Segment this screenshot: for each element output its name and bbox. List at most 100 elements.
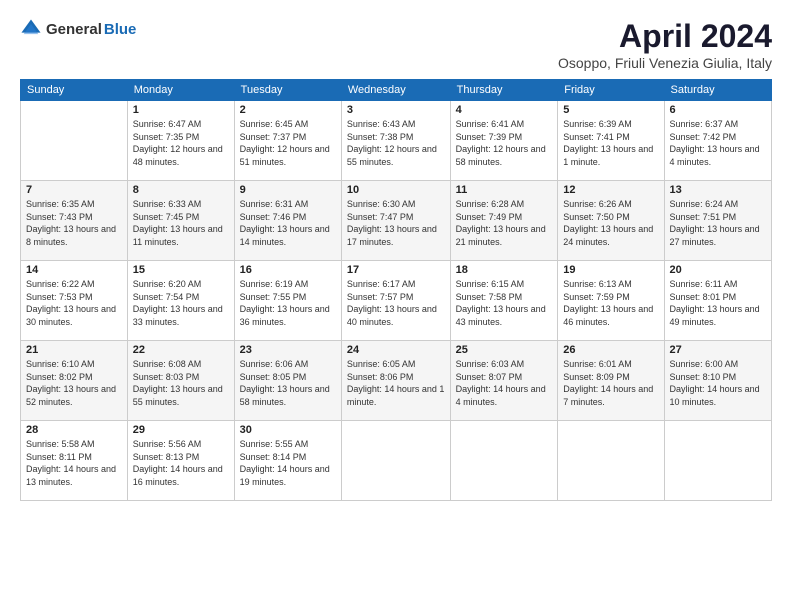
calendar-cell: 2 Sunrise: 6:45 AMSunset: 7:37 PMDaylight… xyxy=(234,101,341,181)
calendar-cell: 13 Sunrise: 6:24 AMSunset: 7:51 PMDayligh… xyxy=(664,181,771,261)
logo-blue: Blue xyxy=(104,21,137,38)
column-header-sunday: Sunday xyxy=(21,80,128,101)
calendar-cell xyxy=(558,421,664,501)
column-header-saturday: Saturday xyxy=(664,80,771,101)
day-number: 27 xyxy=(670,344,766,356)
column-header-tuesday: Tuesday xyxy=(234,80,341,101)
day-number: 28 xyxy=(26,424,122,436)
calendar-cell: 18 Sunrise: 6:15 AMSunset: 7:58 PMDayligh… xyxy=(450,261,558,341)
calendar-cell: 14 Sunrise: 6:22 AMSunset: 7:53 PMDayligh… xyxy=(21,261,128,341)
calendar-cell: 11Sunrise: 6:28 AMSunset: 7:49 PMDayligh… xyxy=(450,181,558,261)
day-number: 14 xyxy=(26,264,122,276)
calendar-week-row: 14 Sunrise: 6:22 AMSunset: 7:53 PMDayligh… xyxy=(21,261,772,341)
calendar-cell xyxy=(21,101,128,181)
day-info: Sunrise: 6:35 AMSunset: 7:43 PMDaylight:… xyxy=(26,198,122,248)
day-number: 17 xyxy=(347,264,445,276)
day-number: 13 xyxy=(670,184,766,196)
day-number: 7 xyxy=(26,184,122,196)
calendar-cell: 5Sunrise: 6:39 AMSunset: 7:41 PMDaylight… xyxy=(558,101,664,181)
calendar-cell xyxy=(450,421,558,501)
calendar-cell: 26 Sunrise: 6:01 AMSunset: 8:09 PMDayligh… xyxy=(558,341,664,421)
calendar-cell: 9Sunrise: 6:31 AMSunset: 7:46 PMDaylight… xyxy=(234,181,341,261)
day-info: Sunrise: 6:19 AMSunset: 7:55 PMDaylight:… xyxy=(240,278,336,328)
day-number: 1 xyxy=(133,104,229,116)
day-number: 15 xyxy=(133,264,229,276)
day-info: Sunrise: 6:45 AMSunset: 7:37 PMDaylight:… xyxy=(240,118,336,168)
calendar-cell: 24 Sunrise: 6:05 AMSunset: 8:06 PMDayligh… xyxy=(341,341,450,421)
day-info: Sunrise: 6:05 AMSunset: 8:06 PMDaylight:… xyxy=(347,358,445,408)
day-info: Sunrise: 6:39 AMSunset: 7:41 PMDaylight:… xyxy=(563,118,658,168)
column-header-thursday: Thursday xyxy=(450,80,558,101)
logo-general: General xyxy=(46,21,102,38)
calendar-cell: 4 Sunrise: 6:41 AMSunset: 7:39 PMDaylight… xyxy=(450,101,558,181)
day-number: 19 xyxy=(563,264,658,276)
day-info: Sunrise: 6:13 AMSunset: 7:59 PMDaylight:… xyxy=(563,278,658,328)
day-number: 22 xyxy=(133,344,229,356)
calendar-cell: 25 Sunrise: 6:03 AMSunset: 8:07 PMDayligh… xyxy=(450,341,558,421)
calendar-cell: 20Sunrise: 6:11 AMSunset: 8:01 PMDayligh… xyxy=(664,261,771,341)
day-info: Sunrise: 5:58 AMSunset: 8:11 PMDaylight:… xyxy=(26,438,122,488)
day-number: 10 xyxy=(347,184,445,196)
calendar-cell: 22 Sunrise: 6:08 AMSunset: 8:03 PMDayligh… xyxy=(127,341,234,421)
calendar-cell: 21Sunrise: 6:10 AMSunset: 8:02 PMDayligh… xyxy=(21,341,128,421)
day-info: Sunrise: 6:20 AMSunset: 7:54 PMDaylight:… xyxy=(133,278,229,328)
title-area: April 2024 Osoppo, Friuli Venezia Giulia… xyxy=(558,18,772,71)
day-number: 3 xyxy=(347,104,445,116)
day-info: Sunrise: 5:55 AMSunset: 8:14 PMDaylight:… xyxy=(240,438,336,488)
day-number: 9 xyxy=(240,184,336,196)
day-info: Sunrise: 6:01 AMSunset: 8:09 PMDaylight:… xyxy=(563,358,658,408)
column-header-wednesday: Wednesday xyxy=(341,80,450,101)
day-number: 8 xyxy=(133,184,229,196)
logo-icon xyxy=(20,18,42,40)
day-number: 21 xyxy=(26,344,122,356)
day-info: Sunrise: 6:43 AMSunset: 7:38 PMDaylight:… xyxy=(347,118,445,168)
calendar-cell: 29 Sunrise: 5:56 AMSunset: 8:13 PMDayligh… xyxy=(127,421,234,501)
calendar-cell: 10 Sunrise: 6:30 AMSunset: 7:47 PMDayligh… xyxy=(341,181,450,261)
day-number: 26 xyxy=(563,344,658,356)
day-info: Sunrise: 6:47 AMSunset: 7:35 PMDaylight:… xyxy=(133,118,229,168)
calendar-cell: 27 Sunrise: 6:00 AMSunset: 8:10 PMDayligh… xyxy=(664,341,771,421)
calendar-cell: 1 Sunrise: 6:47 AMSunset: 7:35 PMDaylight… xyxy=(127,101,234,181)
day-info: Sunrise: 6:15 AMSunset: 7:58 PMDaylight:… xyxy=(456,278,553,328)
day-number: 11 xyxy=(456,184,553,196)
day-info: Sunrise: 6:37 AMSunset: 7:42 PMDaylight:… xyxy=(670,118,766,168)
calendar-cell: 12Sunrise: 6:26 AMSunset: 7:50 PMDayligh… xyxy=(558,181,664,261)
day-number: 20 xyxy=(670,264,766,276)
day-info: Sunrise: 6:00 AMSunset: 8:10 PMDaylight:… xyxy=(670,358,766,408)
day-number: 6 xyxy=(670,104,766,116)
day-number: 29 xyxy=(133,424,229,436)
day-info: Sunrise: 6:08 AMSunset: 8:03 PMDaylight:… xyxy=(133,358,229,408)
calendar-cell: 7 Sunrise: 6:35 AMSunset: 7:43 PMDaylight… xyxy=(21,181,128,261)
calendar-cell: 28 Sunrise: 5:58 AMSunset: 8:11 PMDayligh… xyxy=(21,421,128,501)
day-number: 25 xyxy=(456,344,553,356)
calendar-week-row: 28 Sunrise: 5:58 AMSunset: 8:11 PMDayligh… xyxy=(21,421,772,501)
day-number: 24 xyxy=(347,344,445,356)
day-number: 4 xyxy=(456,104,553,116)
calendar-cell: 3 Sunrise: 6:43 AMSunset: 7:38 PMDaylight… xyxy=(341,101,450,181)
calendar-week-row: 7 Sunrise: 6:35 AMSunset: 7:43 PMDaylight… xyxy=(21,181,772,261)
day-info: Sunrise: 6:17 AMSunset: 7:57 PMDaylight:… xyxy=(347,278,445,328)
day-number: 18 xyxy=(456,264,553,276)
day-info: Sunrise: 6:33 AMSunset: 7:45 PMDaylight:… xyxy=(133,198,229,248)
day-number: 2 xyxy=(240,104,336,116)
day-number: 30 xyxy=(240,424,336,436)
column-header-monday: Monday xyxy=(127,80,234,101)
calendar-cell: 17 Sunrise: 6:17 AMSunset: 7:57 PMDayligh… xyxy=(341,261,450,341)
calendar-cell: 23Sunrise: 6:06 AMSunset: 8:05 PMDayligh… xyxy=(234,341,341,421)
header: GeneralBlue April 2024 Osoppo, Friuli Ve… xyxy=(20,18,772,71)
month-title: April 2024 xyxy=(558,18,772,55)
day-number: 16 xyxy=(240,264,336,276)
day-info: Sunrise: 6:24 AMSunset: 7:51 PMDaylight:… xyxy=(670,198,766,248)
calendar-cell: 30 Sunrise: 5:55 AMSunset: 8:14 PMDayligh… xyxy=(234,421,341,501)
calendar-cell: 8 Sunrise: 6:33 AMSunset: 7:45 PMDaylight… xyxy=(127,181,234,261)
calendar-cell xyxy=(341,421,450,501)
day-info: Sunrise: 6:03 AMSunset: 8:07 PMDaylight:… xyxy=(456,358,553,408)
day-info: Sunrise: 6:41 AMSunset: 7:39 PMDaylight:… xyxy=(456,118,553,168)
day-info: Sunrise: 5:56 AMSunset: 8:13 PMDaylight:… xyxy=(133,438,229,488)
calendar-cell: 16 Sunrise: 6:19 AMSunset: 7:55 PMDayligh… xyxy=(234,261,341,341)
day-info: Sunrise: 6:22 AMSunset: 7:53 PMDaylight:… xyxy=(26,278,122,328)
calendar-cell: 15 Sunrise: 6:20 AMSunset: 7:54 PMDayligh… xyxy=(127,261,234,341)
calendar-cell: 19 Sunrise: 6:13 AMSunset: 7:59 PMDayligh… xyxy=(558,261,664,341)
day-info: Sunrise: 6:30 AMSunset: 7:47 PMDaylight:… xyxy=(347,198,445,248)
location-title: Osoppo, Friuli Venezia Giulia, Italy xyxy=(558,55,772,71)
